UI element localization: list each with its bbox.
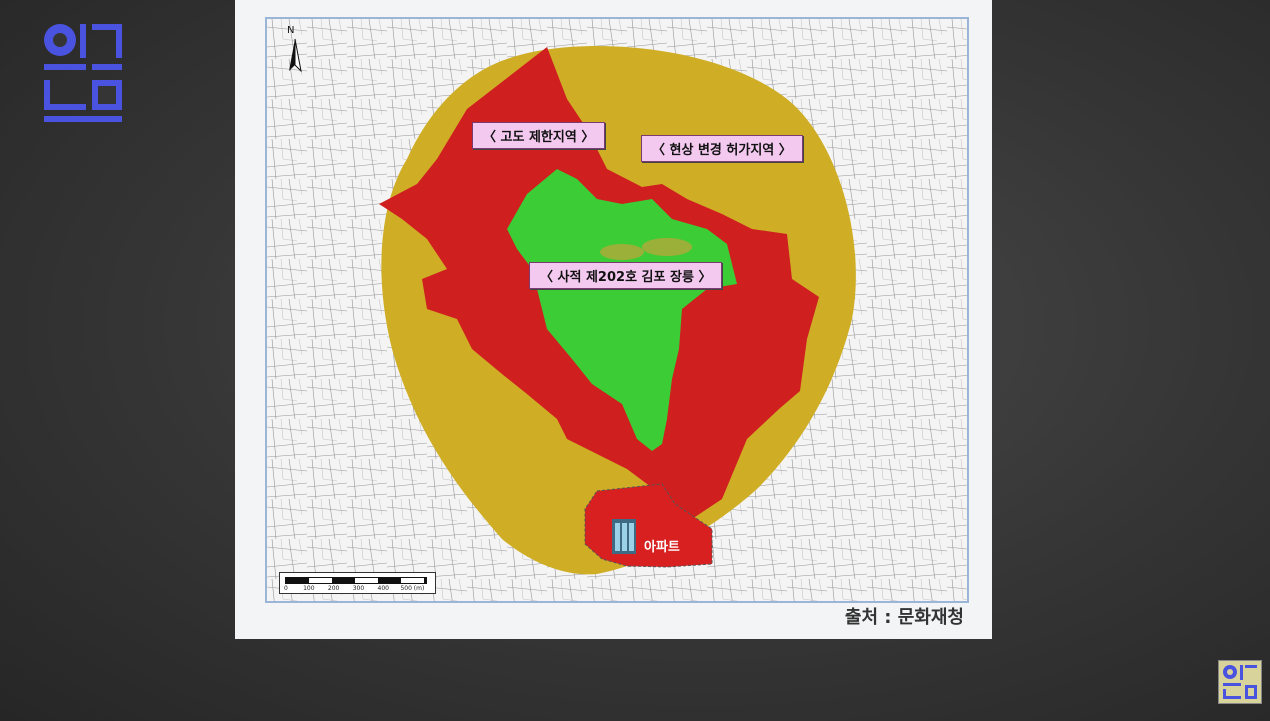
label-height-limit-zone: 〈 고도 제한지역 〉 bbox=[472, 122, 606, 149]
apartment-building-icon bbox=[612, 519, 636, 554]
north-label: N bbox=[287, 25, 295, 36]
channel-watermark-icon bbox=[1218, 660, 1262, 704]
map-frame: N 〈 고도 제한지역 〉 〈 현상 변경 허가지역 〉 〈 사적 제202호 … bbox=[265, 17, 969, 603]
label-change-permit-zone: 〈 현상 변경 허가지역 〉 bbox=[641, 135, 803, 162]
label-apartment: 아파트 bbox=[644, 540, 680, 555]
scale-bar-graphic bbox=[285, 577, 427, 584]
map-canvas bbox=[267, 19, 967, 601]
label-site-zone: 〈 사적 제202호 김포 장릉 〉 bbox=[529, 262, 723, 289]
tomb-mound bbox=[600, 244, 644, 260]
tomb-mound bbox=[642, 238, 692, 256]
channel-logo bbox=[40, 20, 136, 130]
source-credit: 출처 : 문화재청 bbox=[844, 607, 964, 628]
scale-bar: 0 100 200 300 400 500 (m) bbox=[279, 572, 436, 594]
scale-ticks: 0 100 200 300 400 500 (m) bbox=[284, 585, 425, 592]
slide: N 〈 고도 제한지역 〉 〈 현상 변경 허가지역 〉 〈 사적 제202호 … bbox=[235, 0, 992, 639]
